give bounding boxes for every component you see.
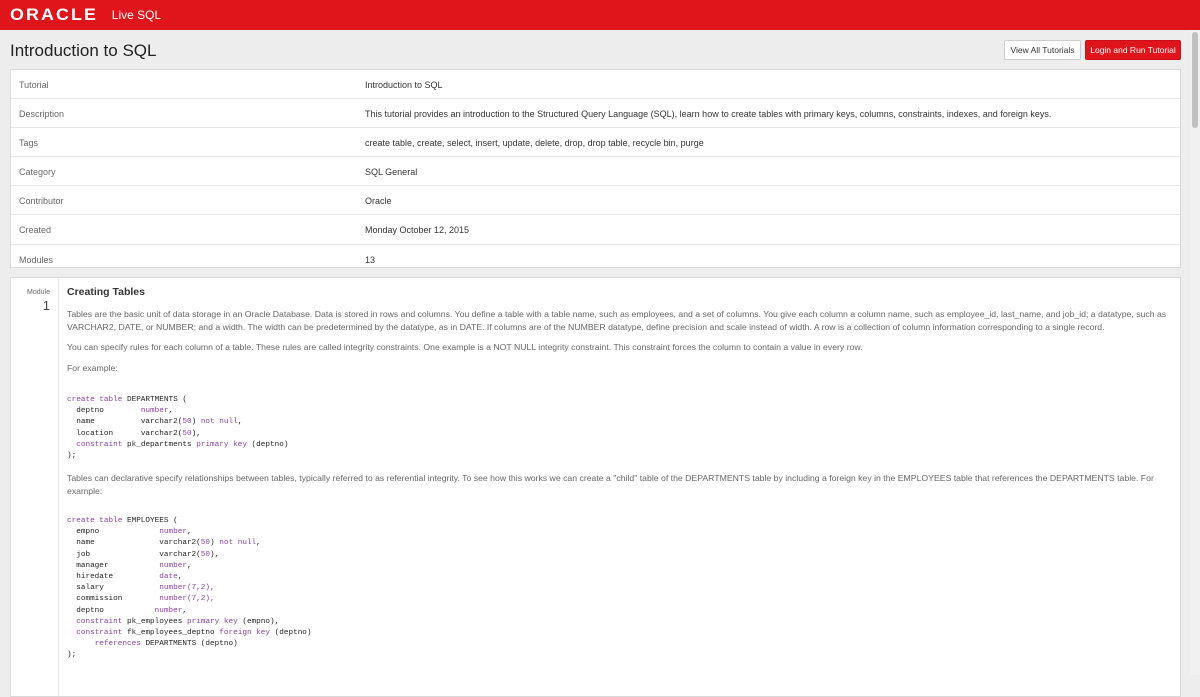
info-row-contributor: Contributor Oracle xyxy=(11,186,1180,216)
view-all-tutorials-button[interactable]: View All Tutorials xyxy=(1004,40,1081,60)
paragraph: Tables can declarative specify relations… xyxy=(67,473,1154,496)
page-scrollbar[interactable] xyxy=(1190,30,1200,675)
module-number: 1 xyxy=(42,298,50,313)
page-title: Introduction to SQL xyxy=(10,41,157,60)
info-row-modules: Modules 13 xyxy=(11,245,1180,273)
info-row-tags: Tags create table, create, select, inser… xyxy=(11,128,1180,158)
info-row-created: Created Monday October 12, 2015 xyxy=(11,215,1180,245)
module-card: Module 1 Creating Tables Tables are the … xyxy=(10,277,1181,697)
paragraph: For example: xyxy=(67,363,118,373)
code-block-employees[interactable]: create table EMPLOYEES ( empno number, n… xyxy=(67,516,312,662)
info-label: Modules xyxy=(19,254,54,265)
info-label: Contributor xyxy=(19,196,64,207)
module-label: Module xyxy=(27,289,50,296)
info-label: Tags xyxy=(19,138,39,149)
info-value: This tutorial provides an introduction t… xyxy=(365,109,1052,120)
info-value: Oracle xyxy=(365,196,392,207)
login-and-run-tutorial-button[interactable]: Login and Run Tutorial xyxy=(1085,40,1181,60)
tutorial-info-table: Tutorial Introduction to SQL Description… xyxy=(10,69,1181,268)
page-header: Introduction to SQL View All Tutorials L… xyxy=(0,30,1190,68)
info-value: Monday October 12, 2015 xyxy=(365,225,470,236)
info-row-category: Category SQL General xyxy=(11,157,1180,187)
code-block-departments[interactable]: create table DEPARTMENTS ( deptno number… xyxy=(67,395,288,462)
top-bar: ORACLE Live SQL xyxy=(0,0,1200,30)
module-title: Creating Tables xyxy=(67,286,145,298)
info-value: create table, create, select, insert, up… xyxy=(365,138,704,149)
info-label: Category xyxy=(19,167,56,178)
info-value: Introduction to SQL xyxy=(365,80,443,90)
paragraph: You can specify rules for each column of… xyxy=(67,342,863,352)
info-label: Tutorial xyxy=(19,80,49,90)
oracle-logo[interactable]: ORACLE xyxy=(10,5,98,25)
info-label: Description xyxy=(19,109,65,120)
info-row-description: Description This tutorial provides an in… xyxy=(11,99,1180,129)
paragraph: Tables are the basic unit of data storag… xyxy=(67,309,1167,332)
info-row-tutorial: Tutorial Introduction to SQL xyxy=(11,70,1180,100)
product-name[interactable]: Live SQL xyxy=(112,8,161,22)
info-label: Created xyxy=(19,225,52,236)
module-number-column: Module 1 xyxy=(11,278,59,696)
scrollbar-thumb[interactable] xyxy=(1192,32,1198,128)
info-value: SQL General xyxy=(365,167,418,178)
info-value: 13 xyxy=(365,254,376,265)
